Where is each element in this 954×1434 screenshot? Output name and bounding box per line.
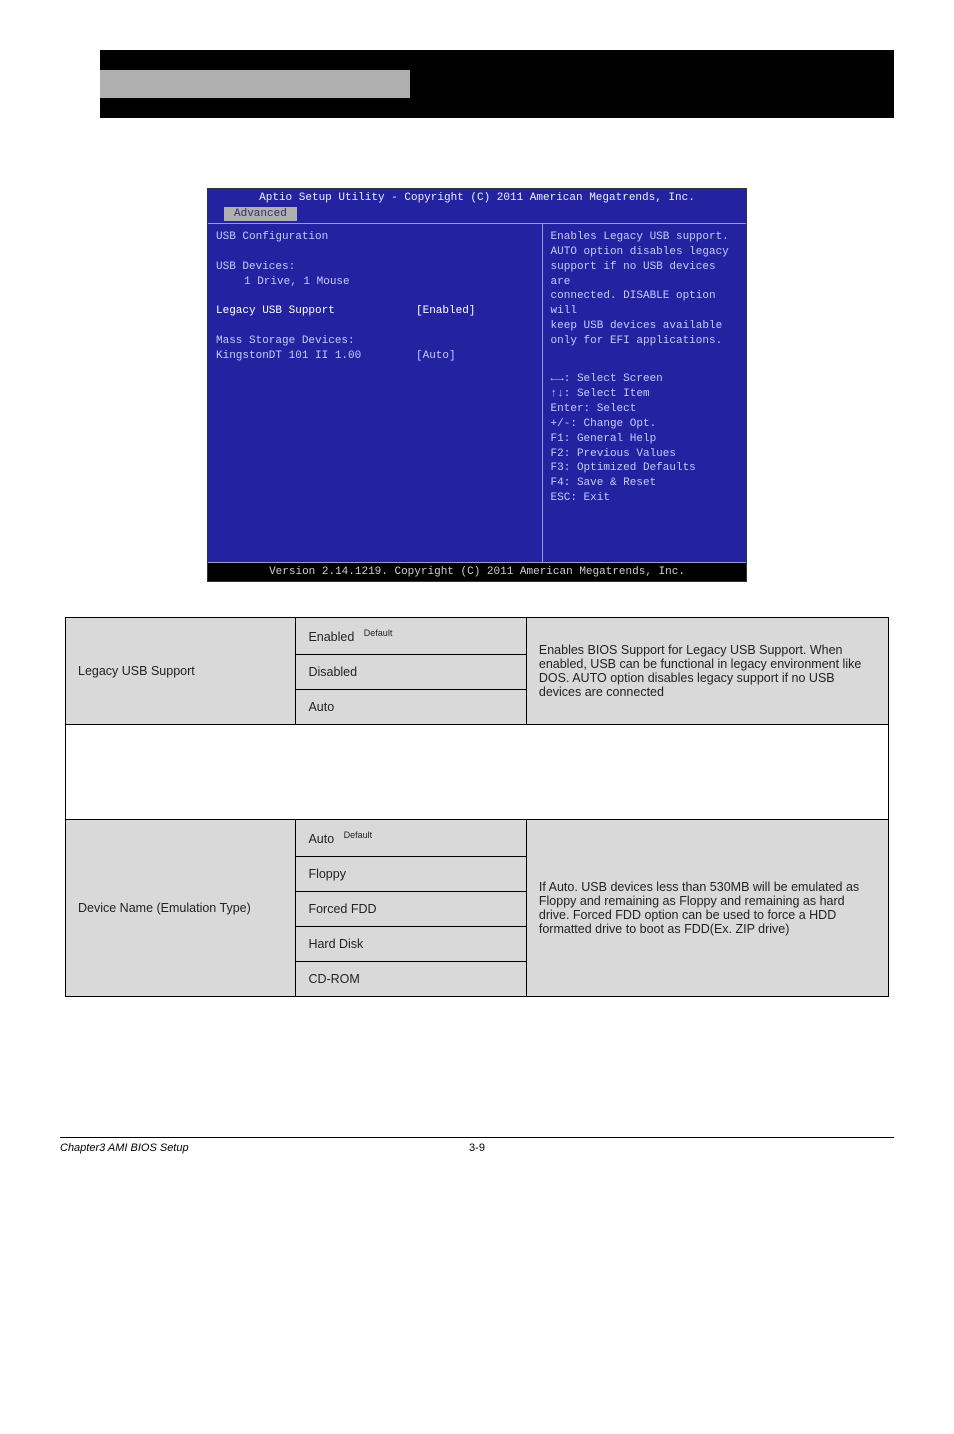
bios-mass-device-value: [Auto] [416, 349, 534, 364]
header-right-black [410, 70, 894, 98]
setting-option: CD-ROM [296, 962, 526, 997]
bios-nav-help: ←→: Select Screen ↑↓: Select Item Enter:… [551, 372, 738, 506]
setting-option: Floppy [296, 857, 526, 892]
setting-name: Legacy USB Support [66, 618, 296, 725]
table-row: Device Name (Emulation Type) Auto Defaul… [66, 820, 889, 857]
setting-option: Hard Disk [296, 927, 526, 962]
bios-setting-mass-device[interactable]: KingstonDT 101 II 1.00 [Auto] [216, 349, 534, 364]
table-row [66, 725, 889, 820]
bios-mass-device-label: KingstonDT 101 II 1.00 [216, 349, 416, 364]
page-footer: Chapter3 AMI BIOS Setup 3-9 [60, 1137, 894, 1154]
footer-page-number: 3-9 [461, 1142, 493, 1154]
header-bar [100, 70, 894, 98]
setting-name: Device Name (Emulation Type) [66, 820, 296, 997]
setting-option: Disabled [296, 655, 526, 690]
table-row: Legacy USB Support Enabled Default Enabl… [66, 618, 889, 655]
settings-table: Legacy USB Support Enabled Default Enabl… [65, 617, 889, 997]
bios-section-usb-config: USB Configuration [216, 230, 534, 245]
bios-legacy-value: [Enabled] [416, 304, 534, 319]
bios-tabs: Advanced [208, 207, 746, 223]
setting-option: Auto Default [296, 820, 526, 857]
setting-option: Enabled Default [296, 618, 526, 655]
default-tag: Default [344, 830, 373, 840]
bios-help-text: Enables Legacy USB support. AUTO option … [551, 230, 738, 349]
header-left-grey [100, 70, 410, 98]
default-tag: Default [364, 628, 393, 638]
bios-legacy-label: Legacy USB Support [216, 304, 416, 319]
bios-screenshot: Aptio Setup Utility - Copyright (C) 2011… [207, 188, 747, 582]
setting-option: Auto [296, 690, 526, 725]
bios-mass-storage-heading: Mass Storage Devices: [216, 334, 534, 349]
bios-usb-devices-value: 1 Drive, 1 Mouse [216, 275, 534, 290]
setting-desc: If Auto. USB devices less than 530MB wil… [526, 820, 888, 997]
spacer-row [66, 725, 889, 820]
bios-footer: Version 2.14.1219. Copyright (C) 2011 Am… [208, 563, 746, 581]
bios-tab-advanced[interactable]: Advanced [224, 207, 297, 221]
bios-setting-legacy-usb[interactable]: Legacy USB Support [Enabled] [216, 304, 534, 319]
setting-option: Forced FDD [296, 892, 526, 927]
setting-desc: Enables BIOS Support for Legacy USB Supp… [526, 618, 888, 725]
bios-usb-devices-heading: USB Devices: [216, 260, 534, 275]
header-black-band-bottom [100, 98, 894, 118]
bios-title: Aptio Setup Utility - Copyright (C) 2011… [208, 189, 746, 207]
footer-chapter: Chapter3 AMI BIOS Setup [60, 1142, 461, 1154]
bios-left-panel: USB Configuration USB Devices: 1 Drive, … [208, 224, 542, 562]
bios-right-panel: Enables Legacy USB support. AUTO option … [542, 224, 746, 562]
header-black-band-top [100, 50, 894, 70]
